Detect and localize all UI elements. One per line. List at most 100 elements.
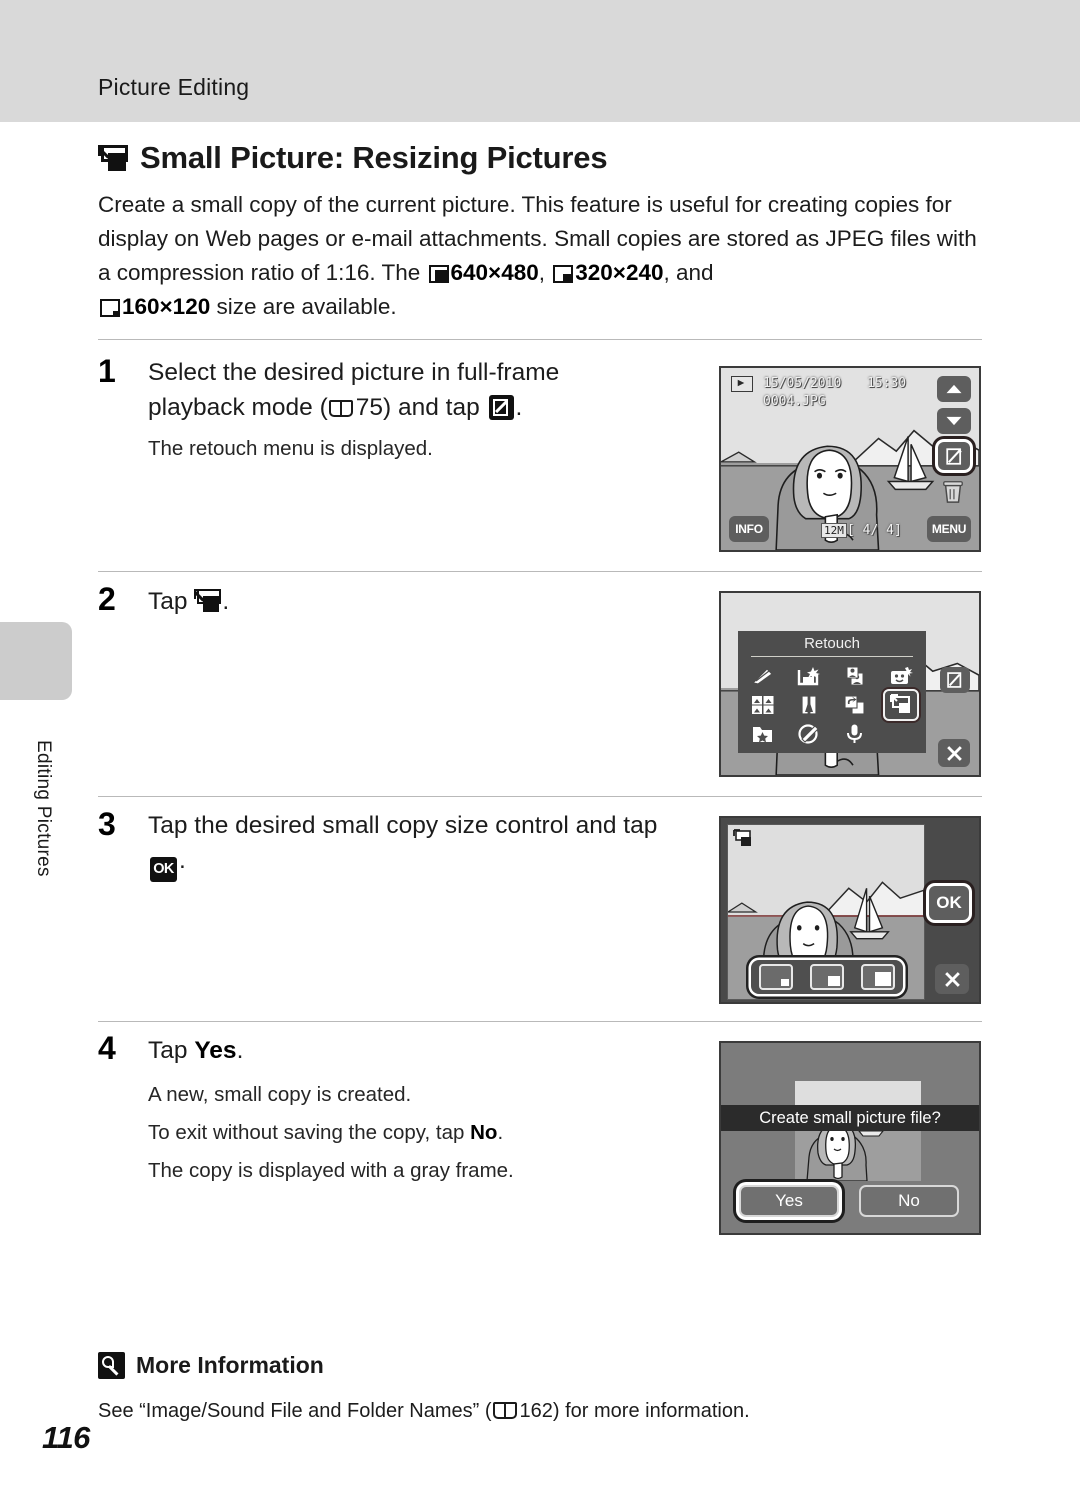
retouch-menu-grid <box>744 663 921 747</box>
step-2-number: 2 <box>98 581 116 617</box>
scene-artwork <box>806 1110 921 1181</box>
filter-effects-icon <box>752 696 774 715</box>
yes-button-label: Yes <box>775 1191 803 1210</box>
capture-time: 15:30 <box>867 376 907 391</box>
step-2-text-a: Tap <box>148 588 195 615</box>
retouch-item-paint[interactable] <box>789 721 829 747</box>
book-reference-icon <box>492 1402 517 1419</box>
size-160x120-label: 160×120 <box>122 294 211 319</box>
size-320x240-button[interactable] <box>809 964 844 990</box>
size-320x240-icon <box>553 265 574 283</box>
step-1-text-b: ) and tap <box>383 394 487 421</box>
step-4-yes-emph: Yes <box>194 1037 237 1064</box>
retouch-button[interactable] <box>940 667 970 693</box>
step-divider-2 <box>98 571 982 572</box>
perspective-control-icon <box>844 695 865 715</box>
retouch-item-favorites[interactable] <box>744 721 784 747</box>
intro-paragraph: Create a small copy of the current pictu… <box>98 188 993 324</box>
small-picture-icon <box>889 694 910 714</box>
lcd-screen-4: Create small picture file? Yes No <box>721 1043 979 1233</box>
retouch-menu-rule <box>751 656 913 658</box>
retouch-item-glamour-retouch[interactable] <box>881 663 921 689</box>
retouch-item-skin-softening[interactable] <box>835 663 875 689</box>
size-control-strip[interactable] <box>751 960 903 994</box>
retouch-button[interactable] <box>938 442 970 470</box>
retouch-menu-title: Retouch <box>804 635 860 652</box>
lcd-screen-1: 15/05/2010 15:30 0004.JPG INFO MENU 12M … <box>721 368 979 550</box>
step-4-subtext-1: A new, small copy is created. <box>148 1083 412 1106</box>
step-4-subtext-3: The copy is displayed with a gray frame. <box>148 1159 514 1182</box>
camera-screen-retouch-menu: Retouch <box>719 591 981 777</box>
lcd-screen-2: Retouch <box>721 593 979 775</box>
dialog-message-bar: Create small picture file? <box>721 1105 979 1131</box>
close-button[interactable] <box>935 964 969 994</box>
preview-thumbnail <box>795 1081 921 1181</box>
quick-retouch-icon <box>752 668 774 686</box>
intro-text-tail: size are available. <box>210 294 397 319</box>
camera-screen-size-select: 640×480 OK <box>719 816 981 1004</box>
retouch-item-perspective-control[interactable] <box>835 692 875 718</box>
step-1-number: 1 <box>98 353 116 389</box>
more-information-icon <box>98 1352 125 1379</box>
menu-button[interactable]: MENU <box>927 516 971 542</box>
step-4-subtext-2: To exit without saving the copy, tap No. <box>148 1116 628 1149</box>
step-2-text-c: . <box>222 588 230 615</box>
ok-button-label: OK <box>936 893 962 912</box>
step-divider-4 <box>98 1021 982 1022</box>
page-title: Small Picture: Resizing Pictures <box>98 140 608 176</box>
step-4-no-emph: No <box>470 1121 498 1144</box>
more-info-text-b: ) for more information. <box>552 1400 750 1422</box>
lcd-screen-3: 640×480 OK <box>721 818 979 1002</box>
info-button[interactable]: INFO <box>729 516 769 542</box>
step-3-number: 3 <box>98 806 116 842</box>
step-1-page-ref: 75 <box>355 394 384 421</box>
retouch-pencil-icon <box>488 395 514 420</box>
step-4-sub2-b: . <box>497 1121 504 1144</box>
book-reference-icon <box>328 400 353 417</box>
step-3-text-c: . <box>179 847 186 874</box>
capture-date: 15/05/2010 <box>763 376 842 391</box>
no-button-label: No <box>898 1191 920 1210</box>
page-title-text: Small Picture: Resizing Pictures <box>140 140 608 175</box>
file-name: 0004.JPG <box>763 394 826 409</box>
yes-button[interactable]: Yes <box>739 1185 839 1217</box>
retouch-item-d-lighting[interactable] <box>789 663 829 689</box>
retouch-item-quick-retouch[interactable] <box>744 663 784 689</box>
ok-button[interactable]: OK <box>929 886 969 920</box>
size-320x240-label: 320×240 <box>575 260 664 285</box>
step-4-sub2-a: To exit without saving the copy, tap <box>148 1121 471 1144</box>
d-lighting-icon <box>797 667 821 686</box>
menu-button-label: MENU <box>931 522 967 536</box>
camera-screen-playback: 15/05/2010 15:30 0004.JPG INFO MENU 12M … <box>719 366 981 552</box>
delete-button[interactable] <box>941 478 965 509</box>
size-640x480-button[interactable] <box>860 964 895 990</box>
intro-sep-2: , and <box>663 260 714 285</box>
retouch-item-voice-memo[interactable] <box>835 721 875 747</box>
retouch-item-black-and-white[interactable] <box>789 692 829 718</box>
camera-screen-confirm-dialog: Create small picture file? Yes No <box>719 1041 981 1235</box>
size-160x120-button[interactable] <box>759 964 794 990</box>
more-info-page-ref: 162 <box>519 1400 553 1422</box>
retouch-menu-popup: Retouch <box>738 631 926 753</box>
scroll-up-button[interactable] <box>937 376 971 402</box>
retouch-item-filter-effects[interactable] <box>744 692 784 718</box>
skin-softening-icon <box>846 666 864 686</box>
intro-sep-1: , <box>538 260 552 285</box>
step-3-heading: Tap the desired small copy size control … <box>148 808 678 882</box>
scroll-down-button[interactable] <box>937 408 971 434</box>
step-3-text-a: Tap the desired small copy size control … <box>148 812 658 839</box>
step-4-number: 4 <box>98 1030 116 1066</box>
retouch-item-small-picture[interactable] <box>881 692 921 718</box>
step-1-heading: Select the desired picture in full-frame… <box>148 355 618 425</box>
step-divider-3 <box>98 796 982 797</box>
no-button[interactable]: No <box>859 1185 959 1217</box>
step-4-heading: Tap Yes. <box>148 1033 618 1068</box>
black-and-white-icon <box>801 695 817 715</box>
close-x-icon <box>944 971 960 987</box>
more-information-body: See “Image/Sound File and Folder Names” … <box>98 1396 978 1426</box>
trash-icon <box>943 481 963 503</box>
info-button-label: INFO <box>735 522 763 536</box>
step-4-text-a: Tap <box>148 1037 195 1064</box>
close-button[interactable] <box>938 739 970 767</box>
image-quality-badge: 12M <box>821 523 847 538</box>
